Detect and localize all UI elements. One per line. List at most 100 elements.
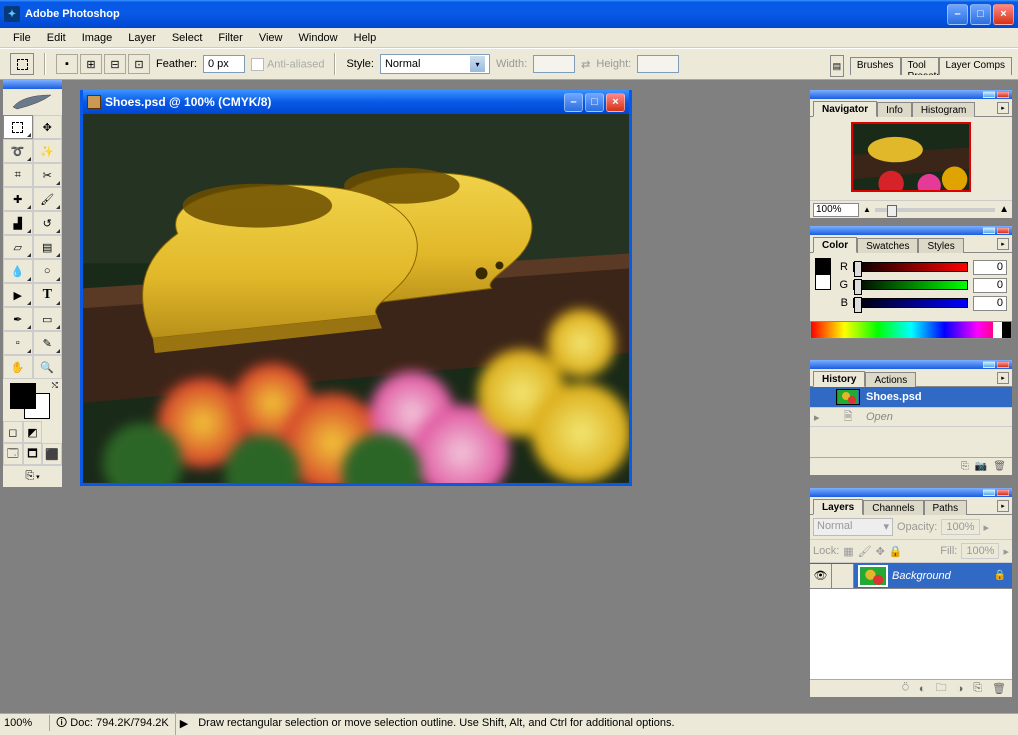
delete-layer-button[interactable]: 🗑	[992, 682, 1006, 695]
tab-channels[interactable]: Channels	[863, 500, 923, 515]
status-zoom[interactable]: 100%	[0, 715, 50, 731]
window-close-button[interactable]: ×	[993, 4, 1014, 25]
color-bg-swatch[interactable]	[815, 274, 831, 290]
color-swatches[interactable]: ⤭	[3, 379, 62, 421]
eraser-tool[interactable]: ▱	[3, 235, 33, 259]
palette-close-button[interactable]	[997, 361, 1009, 368]
r-slider[interactable]	[853, 262, 968, 272]
adjustment-layer-button[interactable]: ◑	[957, 683, 964, 695]
palette-menu-button[interactable]: ▸	[997, 372, 1009, 384]
palette-close-button[interactable]	[997, 489, 1009, 496]
new-set-button[interactable]: 🗀	[936, 679, 947, 698]
palette-titlebar[interactable]	[810, 226, 1012, 235]
intersect-selection-button[interactable]: ⊡	[128, 54, 150, 74]
well-tab-tool-presets[interactable]: Tool Presets	[901, 57, 939, 75]
layer-thumbnail[interactable]	[858, 565, 888, 587]
tab-layers[interactable]: Layers	[813, 499, 863, 515]
palette-titlebar[interactable]	[810, 90, 1012, 99]
brush-tool[interactable]: 🖌	[33, 187, 63, 211]
navigator-thumbnail[interactable]	[851, 122, 971, 192]
window-minimize-button[interactable]: –	[947, 4, 968, 25]
palette-minimize-button[interactable]	[983, 227, 995, 234]
magic-wand-tool[interactable]: ✨	[33, 139, 63, 163]
navigator-zoom-input[interactable]	[813, 203, 859, 217]
palette-menu-button[interactable]: ▸	[997, 500, 1009, 512]
menu-edit[interactable]: Edit	[40, 30, 73, 46]
well-tab-layer-comps[interactable]: Layer Comps	[939, 57, 1012, 75]
palette-minimize-button[interactable]	[983, 91, 995, 98]
menu-select[interactable]: Select	[165, 30, 210, 46]
palette-minimize-button[interactable]	[983, 361, 995, 368]
zoom-in-icon[interactable]: ▲	[999, 204, 1009, 215]
toolbox-titlebar[interactable]	[3, 80, 62, 89]
document-canvas[interactable]	[83, 114, 629, 483]
layer-background[interactable]: 👁 Background 🔒	[810, 563, 1012, 589]
standard-screen-button[interactable]: 🗔	[3, 443, 23, 465]
palette-titlebar[interactable]	[810, 488, 1012, 497]
window-maximize-button[interactable]: □	[970, 4, 991, 25]
notes-tool[interactable]: ▫	[3, 331, 33, 355]
tab-color[interactable]: Color	[813, 237, 857, 253]
menu-window[interactable]: Window	[292, 30, 345, 46]
healing-brush-tool[interactable]: ✚	[3, 187, 33, 211]
layer-style-button[interactable]: ⍥	[902, 682, 909, 695]
marquee-tool[interactable]	[3, 115, 33, 139]
pen-tool[interactable]: ✒	[3, 307, 33, 331]
lock-all-button[interactable]: 🔒	[889, 545, 903, 558]
tab-info[interactable]: Info	[877, 102, 912, 117]
tab-paths[interactable]: Paths	[924, 500, 968, 515]
tab-history[interactable]: History	[813, 371, 865, 387]
path-select-tool[interactable]: ▶	[3, 283, 33, 307]
tab-navigator[interactable]: Navigator	[813, 101, 877, 117]
b-value[interactable]: 0	[973, 296, 1007, 311]
standard-mode-button[interactable]: ◻	[3, 421, 23, 443]
menu-file[interactable]: File	[6, 30, 38, 46]
tab-swatches[interactable]: Swatches	[857, 238, 918, 253]
add-selection-button[interactable]: ⊞	[80, 54, 102, 74]
palette-close-button[interactable]	[997, 227, 1009, 234]
dodge-tool[interactable]: ○	[33, 259, 63, 283]
feather-input[interactable]	[203, 55, 245, 73]
swap-colors-icon[interactable]: ⤭	[52, 381, 58, 391]
g-value[interactable]: 0	[973, 278, 1007, 293]
clone-stamp-tool[interactable]: ▟	[3, 211, 33, 235]
doc-close-button[interactable]: ×	[606, 93, 625, 112]
history-brush-tool[interactable]: ↺	[33, 211, 63, 235]
type-tool[interactable]: T	[33, 283, 63, 307]
zoom-out-icon[interactable]: ▲	[863, 205, 871, 214]
delete-state-button[interactable]: 🗑	[993, 461, 1006, 472]
menu-filter[interactable]: Filter	[211, 30, 249, 46]
document-titlebar[interactable]: Shoes.psd @ 100% (CMYK/8) – □ ×	[83, 90, 629, 114]
fullscreen-button[interactable]: ⬛	[42, 443, 62, 465]
tab-styles[interactable]: Styles	[918, 238, 963, 253]
color-spectrum[interactable]	[810, 321, 1012, 339]
menu-layer[interactable]: Layer	[121, 30, 163, 46]
palette-well-toggle[interactable]: ▤	[830, 55, 844, 77]
subtract-selection-button[interactable]: ⊟	[104, 54, 126, 74]
fullscreen-menubar-button[interactable]: 🗖	[23, 443, 43, 465]
history-snapshot[interactable]: Shoes.psd	[810, 387, 1012, 407]
new-selection-button[interactable]: ▪	[56, 54, 78, 74]
menu-view[interactable]: View	[252, 30, 290, 46]
palette-menu-button[interactable]: ▸	[997, 238, 1009, 250]
color-fg-swatch[interactable]	[815, 258, 831, 274]
tool-preset-button[interactable]	[10, 53, 34, 75]
palette-titlebar[interactable]	[810, 360, 1012, 369]
new-snapshot-button[interactable]: 📷	[975, 461, 987, 472]
history-step-open[interactable]: ▸ 🗎 Open	[810, 407, 1012, 427]
navigator-zoom-slider[interactable]	[875, 208, 995, 212]
hand-tool[interactable]: ✋	[3, 355, 33, 379]
new-doc-from-state-button[interactable]: ⎘	[961, 461, 969, 472]
menu-image[interactable]: Image	[75, 30, 120, 46]
jump-to-imageready-button[interactable]: ⎘	[3, 465, 62, 487]
palette-close-button[interactable]	[997, 91, 1009, 98]
menu-help[interactable]: Help	[347, 30, 384, 46]
doc-maximize-button[interactable]: □	[585, 93, 604, 112]
blur-tool[interactable]: 💧	[3, 259, 33, 283]
move-tool[interactable]: ✥	[33, 115, 63, 139]
b-slider[interactable]	[853, 298, 968, 308]
layer-mask-button[interactable]: ◐	[919, 683, 926, 695]
well-tab-brushes[interactable]: Brushes	[850, 57, 901, 75]
lock-transparency-button[interactable]: ▦	[843, 545, 853, 558]
doc-minimize-button[interactable]: –	[564, 93, 583, 112]
